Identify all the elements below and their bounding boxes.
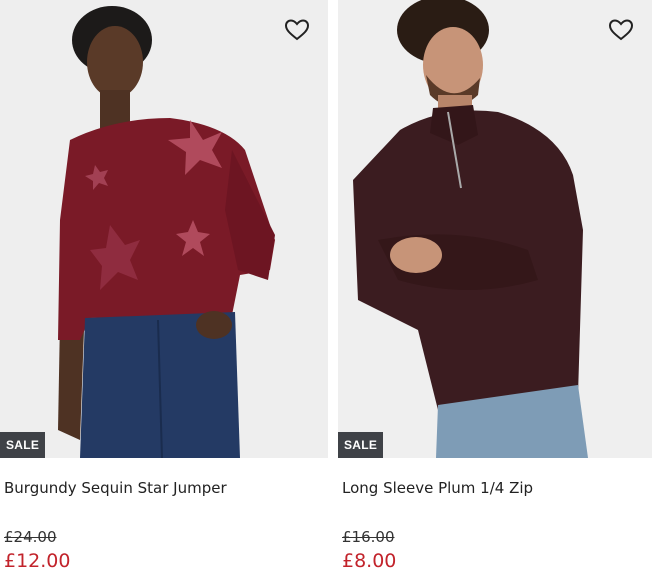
product-photo-illustration — [338, 0, 652, 458]
sale-price: £12.00 — [4, 550, 71, 572]
product-card[interactable]: SALE Long Sleeve Plum 1/4 Zip £16.00 £8.… — [338, 0, 652, 580]
wishlist-button[interactable] — [284, 18, 310, 42]
sale-badge: SALE — [338, 432, 384, 458]
was-price: £16.00 — [342, 528, 395, 546]
product-name[interactable]: Burgundy Sequin Star Jumper — [4, 479, 227, 497]
heart-outline-icon — [608, 19, 634, 41]
product-card[interactable]: SALE Burgundy Sequin Star Jumper £24.00 … — [0, 0, 328, 580]
product-name[interactable]: Long Sleeve Plum 1/4 Zip — [342, 479, 533, 497]
product-image[interactable]: SALE — [338, 0, 652, 458]
was-price: £24.00 — [4, 528, 57, 546]
product-image[interactable]: SALE — [0, 0, 328, 458]
heart-outline-icon — [284, 19, 310, 41]
product-grid: SALE Burgundy Sequin Star Jumper £24.00 … — [0, 0, 652, 580]
sale-price: £8.00 — [342, 550, 397, 572]
wishlist-button[interactable] — [608, 18, 634, 42]
product-photo-illustration — [0, 0, 328, 458]
sale-badge: SALE — [0, 432, 46, 458]
